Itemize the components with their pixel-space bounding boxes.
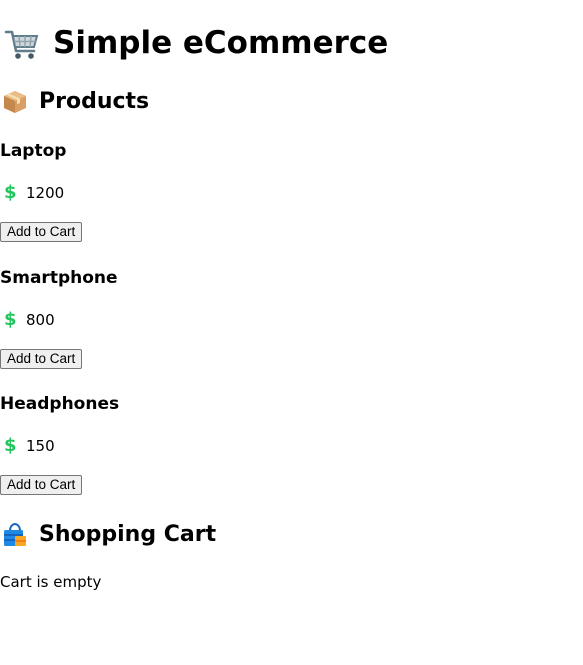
- cart-heading: Shopping Cart: [2, 520, 216, 550]
- product-name: Laptop: [0, 141, 67, 161]
- cart-heading-text: Shopping Cart: [39, 522, 217, 547]
- add-to-cart-button-headphones[interactable]: Add to Cart: [0, 475, 83, 495]
- dollar-icon: $: [4, 435, 17, 456]
- dollar-icon: $: [4, 182, 17, 203]
- add-to-cart-button-smartphone[interactable]: Add to Cart: [0, 349, 83, 369]
- products-heading: Products: [2, 87, 149, 117]
- product-price: $ 800: [4, 310, 55, 330]
- product-price: $ 150: [4, 436, 55, 456]
- add-to-cart-button-laptop[interactable]: Add to Cart: [0, 222, 83, 242]
- product-price: $ 1200: [4, 183, 64, 203]
- products-heading-text: Products: [39, 89, 150, 114]
- page: Simple eCommerce Products Laptop $ 1200 …: [0, 0, 583, 665]
- page-title-text: Simple eCommerce: [53, 25, 389, 61]
- product-name: Headphones: [0, 394, 120, 414]
- cart-status-text: Cart is empty: [0, 573, 102, 591]
- page-title: Simple eCommerce: [4, 24, 388, 62]
- product-price-value: 1200: [26, 184, 65, 202]
- shopping-cart-icon: [4, 30, 39, 59]
- product-price-value: 800: [26, 311, 55, 329]
- product-name: Smartphone: [0, 268, 118, 288]
- product-price-value: 150: [26, 437, 55, 455]
- dollar-icon: $: [4, 309, 17, 330]
- shopping-bag-icon: [4, 522, 26, 546]
- package-icon: [4, 91, 26, 113]
